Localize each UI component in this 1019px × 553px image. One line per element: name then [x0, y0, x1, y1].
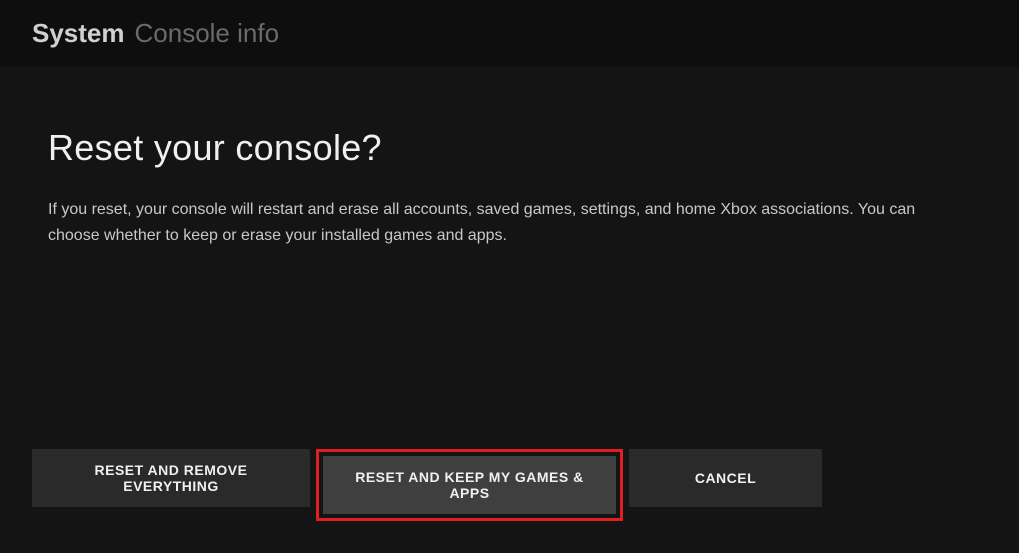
breadcrumb-primary: System: [32, 18, 125, 49]
breadcrumb: System Console info: [0, 0, 1019, 67]
dialog-description: If you reset, your console will restart …: [48, 197, 968, 248]
reset-keep-games-button[interactable]: RESET AND KEEP MY GAMES & APPS: [323, 456, 616, 514]
cancel-button[interactable]: CANCEL: [629, 449, 822, 507]
reset-remove-everything-button[interactable]: RESET AND REMOVE EVERYTHING: [32, 449, 310, 507]
dialog-title: Reset your console?: [48, 127, 971, 169]
highlight-box: RESET AND KEEP MY GAMES & APPS: [316, 449, 623, 521]
button-row: RESET AND REMOVE EVERYTHING RESET AND KE…: [32, 449, 822, 521]
breadcrumb-secondary: Console info: [135, 18, 280, 49]
dialog-content: Reset your console? If you reset, your c…: [0, 67, 1019, 248]
